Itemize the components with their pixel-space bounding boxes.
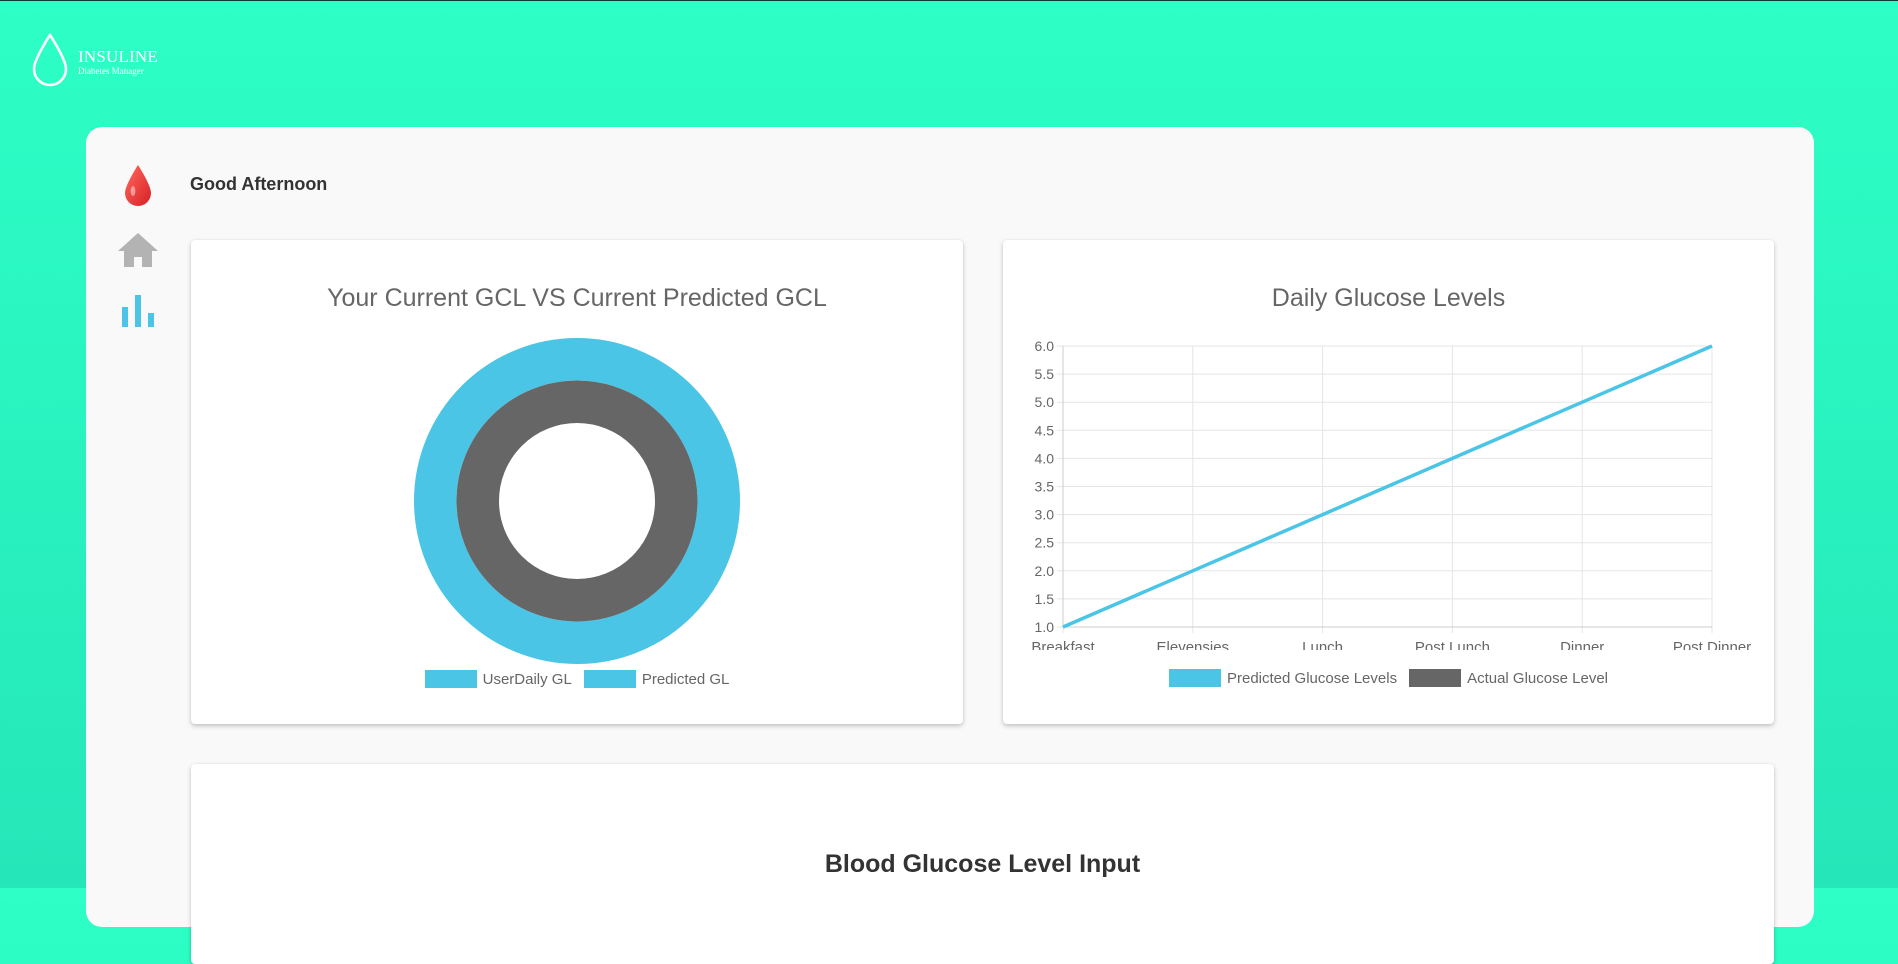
main-panel: Good Afternoon Your Current GCL VS Curre… [86,127,1814,964]
legend-item-predicted-gl[interactable]: Predicted GL [583,670,730,688]
x-tick-label: Lunch [1302,639,1343,650]
donut-ring-predicted-gl[interactable] [456,380,698,622]
legend-item-predicted-glucose[interactable]: Predicted Glucose Levels [1168,669,1398,687]
legend-swatch [424,670,477,688]
x-tick-label: Elevensies [1157,639,1230,650]
legend-swatch [1409,669,1462,687]
line-chart: 1.0 1.5 2.0 2.5 3.0 3.5 4.0 4.5 5.0 5.5 6.0 Breakfa… [1031,338,1751,650]
legend-label: Actual Glucose Level [1467,669,1608,687]
y-tick-label: 6.0 [1035,338,1055,354]
y-tick-label: 3.0 [1035,507,1055,523]
gcl-comparison-card: Your Current GCL VS Current Predicted GC… [191,240,963,724]
donut-chart-legend: UserDaily GL Predicted GL [191,670,963,688]
brand-logo[interactable]: INSULINE Diabetes Manager [32,33,158,87]
glucose-input-card: Blood Glucose Level Input [191,764,1774,964]
x-tick-label: Post Lunch [1415,639,1490,650]
legend-label: Predicted Glucose Levels [1226,669,1398,687]
line-chart-legend: Predicted Glucose Levels Actual Glucose … [1003,669,1774,687]
greeting-text: Good Afternoon [190,174,328,194]
x-tick-label: Breakfast [1031,639,1095,650]
y-tick-label: 4.0 [1035,450,1055,466]
y-tick-label: 2.0 [1035,563,1055,579]
y-tick-label: 1.0 [1035,619,1055,635]
daily-glucose-card: Daily Glucose Levels 1.0 1.5 2.0 2.5 3.0 3.5 4… [1003,240,1774,724]
legend-item-userdaily-gl[interactable]: UserDaily GL [424,670,572,688]
legend-label: UserDaily GL [482,670,572,688]
y-tick-label: 5.5 [1035,366,1055,382]
y-tick-label: 3.5 [1035,479,1055,495]
line-chart-title: Daily Glucose Levels [1271,284,1506,312]
x-tick-label: Post Dinner [1673,639,1751,650]
brand-tagline: Diabetes Manager [78,66,144,76]
water-drop-logo-icon [32,33,68,87]
input-section-title: Blood Glucose Level Input [824,850,1141,878]
legend-swatch [1168,669,1221,687]
bar-chart-icon[interactable] [118,293,158,329]
legend-item-actual-glucose[interactable]: Actual Glucose Level [1409,669,1608,687]
y-tick-label: 1.5 [1035,591,1055,607]
y-tick-label: 5.0 [1035,394,1055,410]
x-tick-label: Dinner [1560,639,1604,650]
legend-label: Predicted GL [641,670,730,688]
donut-chart [414,338,740,664]
home-icon[interactable] [118,230,158,270]
y-tick-label: 4.5 [1035,422,1055,438]
brand-name: INSULINE [78,47,158,66]
legend-swatch [583,670,636,688]
blood-drop-icon[interactable] [118,163,158,207]
donut-chart-title: Your Current GCL VS Current Predicted GC… [327,284,827,312]
y-tick-label: 2.5 [1035,535,1055,551]
